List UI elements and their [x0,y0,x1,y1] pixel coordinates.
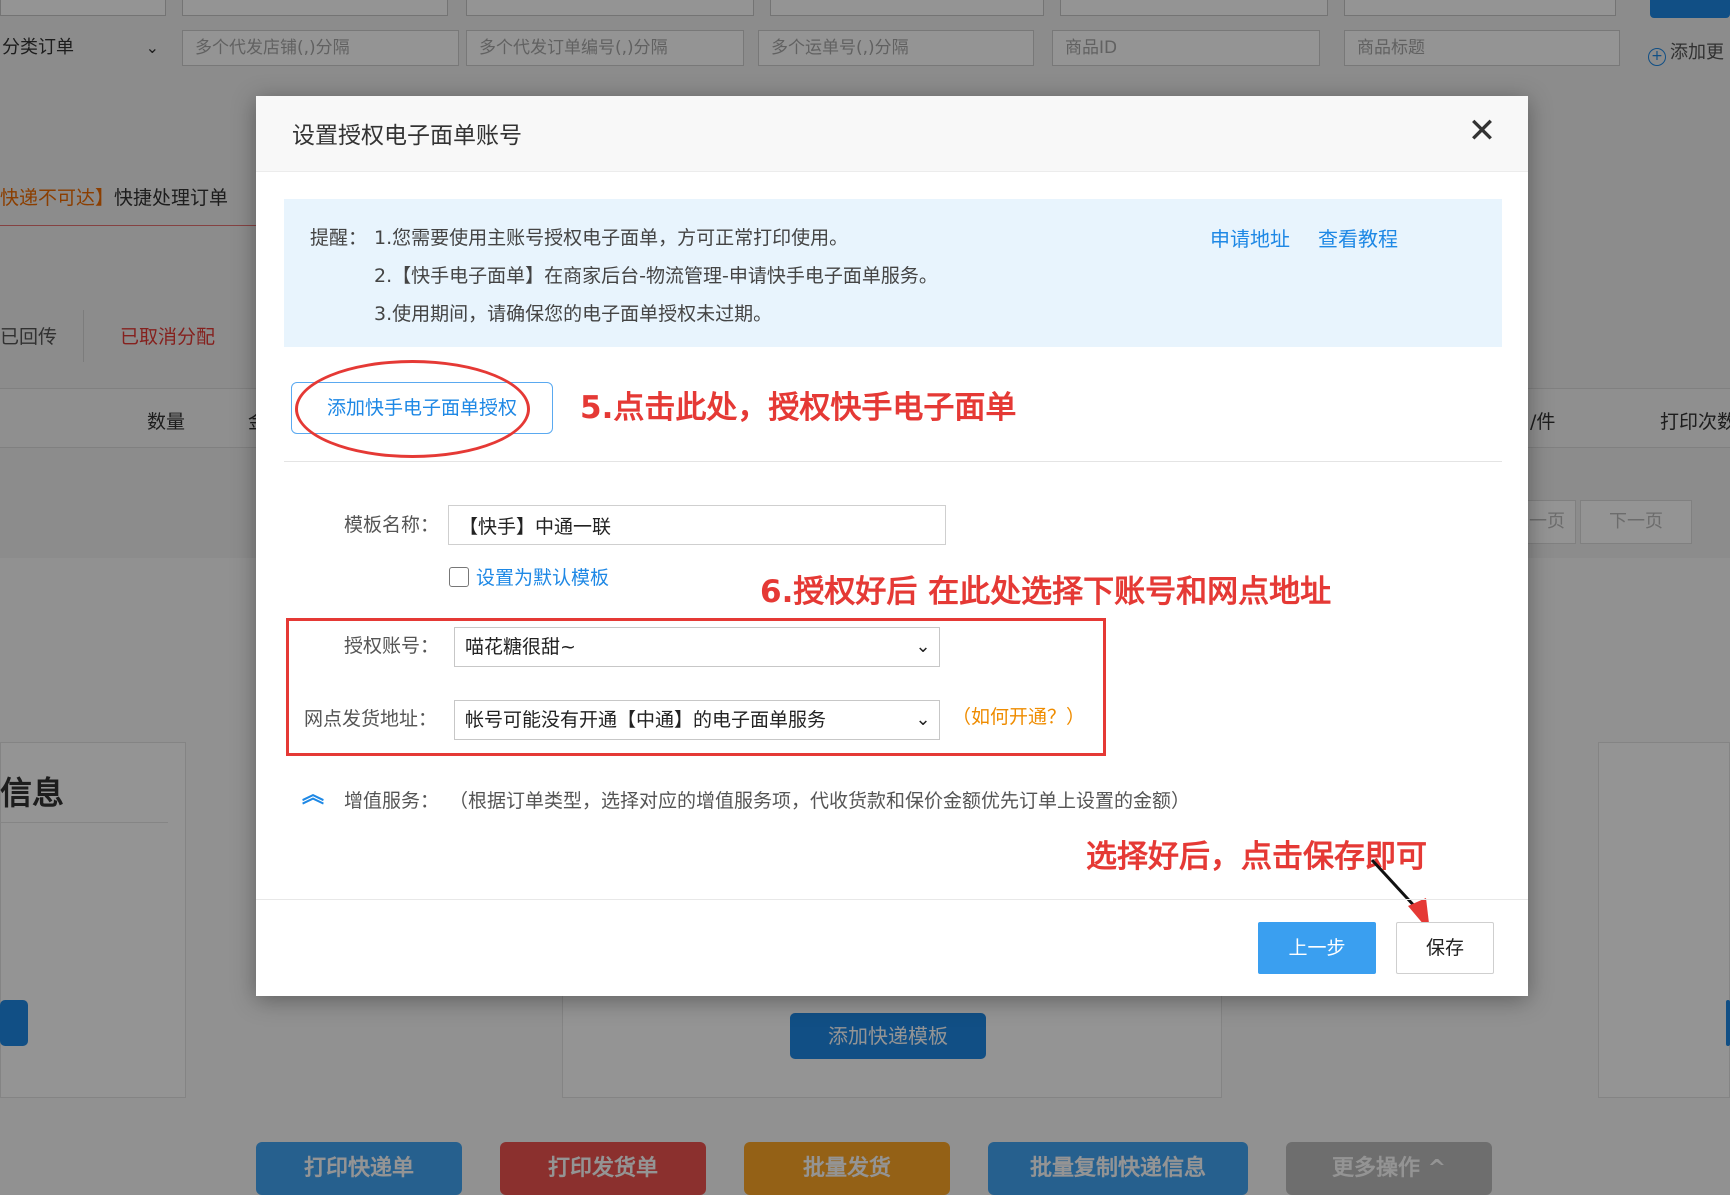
view-tutorial-link[interactable]: 查看教程 [1318,223,1398,252]
template-name-label: 模板名称： [344,514,440,536]
chevron-down-icon: ⌄ [915,636,931,657]
annotation-step6: 6.授权好后 在此处选择下账号和网点地址 [760,574,1332,610]
double-chevron-up-icon[interactable]: ︽ [302,785,324,807]
tip-label: 提醒： [310,227,368,249]
apply-address-link[interactable]: 申请地址 [1210,223,1290,252]
default-template-checkbox[interactable] [449,567,469,587]
branch-address-select[interactable]: 帐号可能没有开通【中通】的电子面单服务 ⌄ [454,700,940,740]
branch-address-label: 网点发货地址： [304,708,438,730]
value-added-services-desc: （根据订单类型，选择对应的增值服务项，代收货款和保价金额优先订单上设置的金额） [449,790,1191,812]
modal-header: 设置授权电子面单账号 ✕ [256,96,1528,172]
tip-line: 3.使用期间，请确保您的电子面单授权未过期。 [374,303,773,325]
default-template-label[interactable]: 设置为默认模板 [476,563,609,590]
modal-title: 设置授权电子面单账号 [292,123,522,149]
value-added-services-label: 增值服务： [344,790,440,812]
annotation-step5: 5.点击此处，授权快手电子面单 [580,390,1017,426]
auth-ewaybill-modal: 设置授权电子面单账号 ✕ 提醒： 1.您需要使用主账号授权电子面单，方可正常打印… [256,96,1528,996]
template-name-input[interactable] [448,505,946,545]
divider [284,461,1502,462]
divider [256,899,1528,900]
save-button[interactable]: 保存 [1396,922,1494,974]
tip-box: 提醒： 1.您需要使用主账号授权电子面单，方可正常打印使用。 2.【快手电子面单… [284,199,1502,347]
close-icon[interactable]: ✕ [1464,114,1500,150]
previous-step-button[interactable]: 上一步 [1258,922,1376,974]
tip-line: 1.您需要使用主账号授权电子面单，方可正常打印使用。 [374,227,849,249]
account-label: 授权账号： [344,635,440,657]
annotation-save-hint: 选择好后，点击保存即可 [1086,839,1427,875]
how-to-open-link[interactable]: （如何开通？） [952,702,1085,729]
tip-line: 2.【快手电子面单】在商家后台-物流管理-申请快手电子面单服务。 [374,265,938,287]
add-kuaishou-auth-button[interactable]: 添加快手电子面单授权 [291,382,553,434]
account-select[interactable]: 喵花糖很甜~ ⌄ [454,627,940,667]
chevron-down-icon: ⌄ [915,709,931,730]
